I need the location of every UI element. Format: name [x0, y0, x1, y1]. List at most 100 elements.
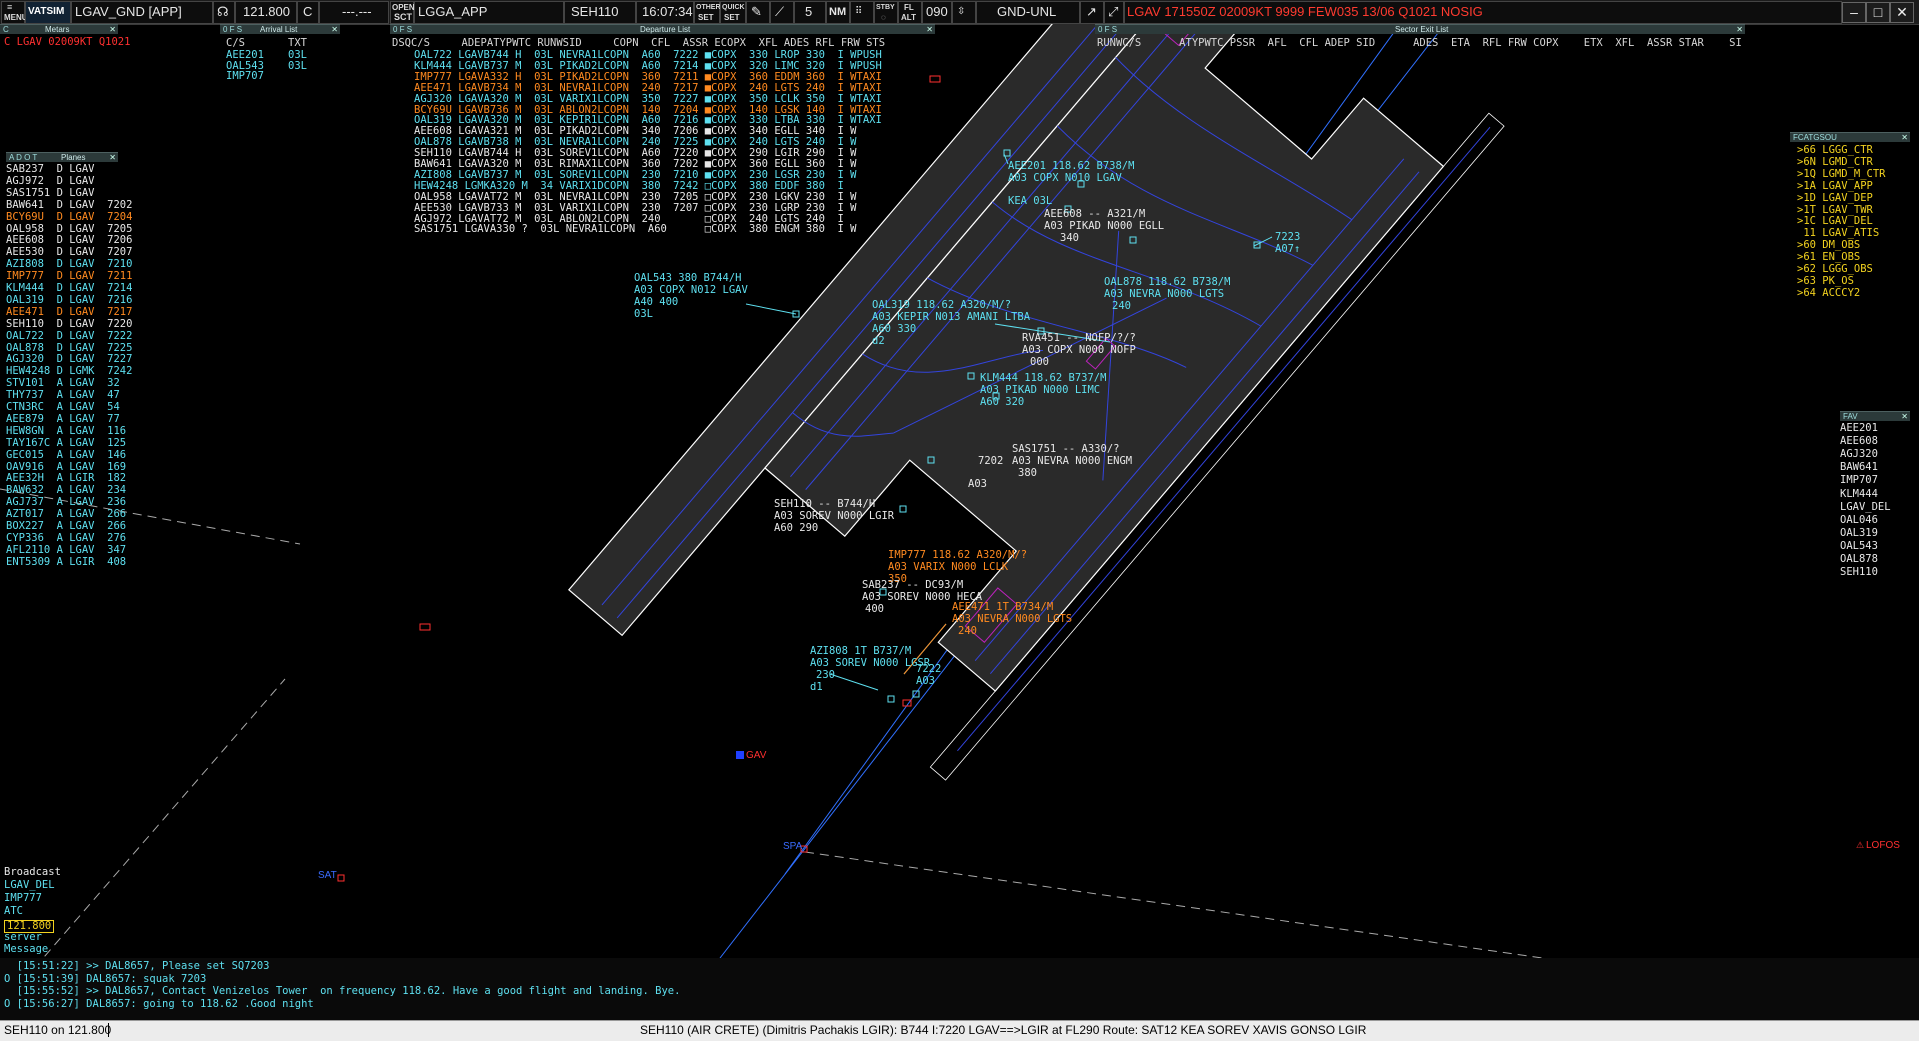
frequency-row[interactable]: >66 LGGG_CTR [1797, 145, 1873, 156]
aux-frequency-box[interactable]: ---.--- [319, 1, 389, 24]
frequency-row[interactable]: >1Q LGMD_M_CTR [1797, 169, 1886, 180]
plane-row[interactable]: STV101 A LGAV 32 [6, 378, 120, 389]
message-console[interactable]: [15:51:22] >> DAL8657, Please set SQ7203… [0, 958, 1919, 1020]
aircraft-label-line[interactable]: 000 [1030, 356, 1049, 368]
aircraft-label-line[interactable]: A03 NEVRA N000 ENGM [1012, 455, 1132, 467]
aircraft-label-line[interactable]: d2 [872, 335, 885, 347]
plane-row[interactable]: BOX227 A LGAV 266 [6, 521, 126, 532]
frequency-row[interactable]: 11 LGAV_ATIS [1797, 228, 1879, 239]
plane-row[interactable]: AEE608 D LGAV 7206 [6, 235, 132, 246]
sector-exit-header[interactable]: 0 F S Sector Exit List ✕ [1095, 24, 1745, 34]
metars-panel-header[interactable]: C Metars ✕ [0, 24, 118, 34]
plane-row[interactable]: AGJ320 D LGAV 7227 [6, 354, 132, 365]
close-icon[interactable]: ✕ [926, 25, 933, 35]
close-icon[interactable]: ✕ [1890, 2, 1914, 23]
plane-row[interactable]: THY737 A LGAV 47 [6, 390, 120, 401]
aircraft-label-line[interactable]: A03 COPX N010 LGAV [1008, 172, 1122, 184]
minimize-icon[interactable]: – [1842, 2, 1866, 23]
plane-row[interactable]: AZT017 A LGAV 266 [6, 509, 126, 520]
other-set-button[interactable]: OTHER SET [694, 1, 721, 24]
aircraft-label-line[interactable]: 7202 [978, 455, 1003, 467]
broadcast-message[interactable]: Message [4, 944, 48, 955]
aircraft-label-line[interactable]: A60 330 [872, 323, 916, 335]
departure-row[interactable]: OAL958 LGAVAT72 M 03L NEVRA1LCOPN 230 72… [414, 192, 857, 203]
fav-row[interactable]: OAL046 [1840, 515, 1878, 526]
quick-set-button[interactable]: QUICK SET [720, 1, 746, 24]
plane-row[interactable]: AEE471 D LGAV 7217 [6, 307, 132, 318]
departure-row[interactable]: BAW641 LGAVA320 M 03L RIMAX1LCOPN 360 72… [414, 159, 857, 170]
headset-button[interactable]: ☊ [213, 1, 235, 24]
departure-row[interactable]: HEW4248 LGMKA320 M 34 VARIX1DCOPN 380 72… [414, 181, 844, 192]
fav-row[interactable]: IMP707 [1840, 475, 1878, 486]
frequency-row[interactable]: >6N LGMD_CTR [1797, 157, 1873, 168]
aircraft-label-line[interactable]: SEH110 -- B744/H [774, 498, 875, 510]
fav-row[interactable]: KLM444 [1840, 488, 1878, 500]
aircraft-label-line[interactable]: OAL878 118.62 B738/M [1104, 276, 1230, 288]
aircraft-label-line[interactable]: AZI808 1T B737/M [810, 645, 911, 657]
plane-row[interactable]: OAL878 D LGAV 7225 [6, 342, 132, 354]
frequency-row[interactable]: >63 PK_OS [1797, 276, 1854, 287]
planes-panel-header[interactable]: A D O T Planes ✕ [6, 152, 118, 162]
aircraft-label-line[interactable]: 230 [816, 669, 835, 681]
vatsim-logo[interactable]: VATSIM [25, 1, 71, 24]
nm-button[interactable]: NM [826, 1, 850, 24]
aircraft-label-line[interactable]: 380 [1018, 467, 1037, 479]
command-line-input[interactable]: SEH110 on 121.800 [4, 1023, 111, 1037]
close-icon[interactable]: ✕ [1901, 412, 1908, 422]
close-icon[interactable]: ✕ [1736, 25, 1743, 35]
plane-row[interactable]: AGJ972 D LGAV [6, 176, 95, 187]
frequency-row[interactable]: >60 DM_OBS [1797, 240, 1860, 251]
arrival-row-txt[interactable]: 03L [288, 50, 307, 61]
broadcast-row[interactable]: ATC [4, 906, 23, 917]
frequency-row[interactable]: >62 LGGG_OBS [1797, 264, 1873, 275]
aircraft-label-line[interactable]: A03 COPX N012 LGAV [634, 284, 748, 296]
aircraft-label-line[interactable]: 340 [1060, 232, 1079, 244]
aircraft-label-line[interactable]: A03 VARIX N000 LCLK [888, 561, 1009, 573]
departure-row[interactable]: IMP777 LGAVA332 H 03L PIKAD2LCOPN 360 72… [414, 72, 882, 83]
plane-row[interactable]: AZI808 D LGAV 7210 [6, 259, 132, 270]
position-box[interactable]: LGAV_GND [APP] [71, 1, 213, 24]
broadcast-row[interactable]: LGAV_DEL [4, 880, 55, 891]
aircraft-label-line[interactable]: A07↑ [1275, 243, 1300, 255]
frequency-row[interactable]: >1A LGAV_APP [1797, 181, 1873, 192]
standby-button[interactable]: STBY ◌ [874, 1, 898, 24]
frequency-row[interactable]: >64 ACCCY2 [1797, 288, 1860, 299]
metar-toggle-button[interactable]: ⤢ [1104, 1, 1124, 24]
fav-row[interactable]: OAL319 [1840, 528, 1878, 539]
plane-row[interactable]: BAW632 A LGAV 234 [6, 485, 126, 496]
plane-row[interactable]: OAL722 D LGAV 7222 [6, 330, 132, 342]
aircraft-label-line[interactable]: 400 [865, 603, 884, 615]
range-box[interactable]: 5 [794, 1, 826, 24]
aircraft-label-line[interactable]: RVA451 -- NOFP/?/? [1022, 332, 1136, 344]
fav-row[interactable]: SEH110 [1840, 567, 1878, 578]
menu-button[interactable]: MENU ≡ [1, 1, 28, 24]
plane-row[interactable]: ENT5309 A LGIR 408 [6, 557, 126, 568]
plane-row[interactable]: AFL2110 A LGAV 347 [6, 545, 126, 556]
metar-box[interactable]: LGAV 171550Z 02009KT 9999 FEW035 13/06 Q… [1124, 1, 1842, 24]
plane-row[interactable]: BCY69U D LGAV 7204 [6, 211, 132, 223]
plane-row[interactable]: AEE32H A LGIR 182 [6, 473, 126, 484]
aircraft-label-line[interactable]: 03L [634, 308, 653, 320]
plane-row[interactable]: OAL319 D LGAV 7216 [6, 295, 132, 306]
close-icon[interactable]: ✕ [109, 153, 116, 163]
departure-row[interactable]: AGJ320 LGAVA320 M 03L VARIX1LCOPN 350 72… [414, 93, 882, 105]
radar-scope[interactable]: ⚠ LOFOS SAT SPA GAV AEE201 118.62 B738/M… [0, 24, 1919, 958]
fav-row[interactable]: BAW641 [1840, 462, 1878, 473]
aircraft-label-line[interactable]: 240 [1112, 300, 1131, 312]
aircraft-label-line[interactable]: IMP777 118.62 A320/M/? [888, 549, 1027, 561]
frequency-row[interactable]: >1C LGAV_DEL [1797, 216, 1873, 227]
close-icon[interactable]: ✕ [331, 25, 338, 35]
grid-button[interactable]: ⠿ [850, 1, 874, 24]
aircraft-label-line[interactable]: OAL543 380 B744/H [634, 272, 741, 284]
plane-row[interactable]: AEE879 A LGAV 77 [6, 414, 120, 425]
plane-row[interactable]: CYP336 A LGAV 276 [6, 533, 126, 544]
sector-file-box[interactable]: LGGA_APP [414, 1, 564, 24]
aircraft-label-line[interactable]: AEE608 -- A321/M [1044, 208, 1145, 220]
maximize-icon[interactable]: □ [1866, 2, 1890, 23]
ruler-tool-button[interactable]: ⟋ [770, 1, 794, 24]
plane-row[interactable]: BAW641 D LGAV 7202 [6, 200, 132, 211]
departure-row[interactable]: OAL722 LGAVB744 H 03L NEVRA1LCOPN A60 72… [414, 50, 882, 61]
broadcast-server[interactable]: server [4, 932, 42, 943]
frequency-panel-header[interactable]: FCATGSOU ✕ [1790, 132, 1910, 142]
aircraft-label-line[interactable]: OAL319 118.62 A320/M/? [872, 299, 1011, 311]
